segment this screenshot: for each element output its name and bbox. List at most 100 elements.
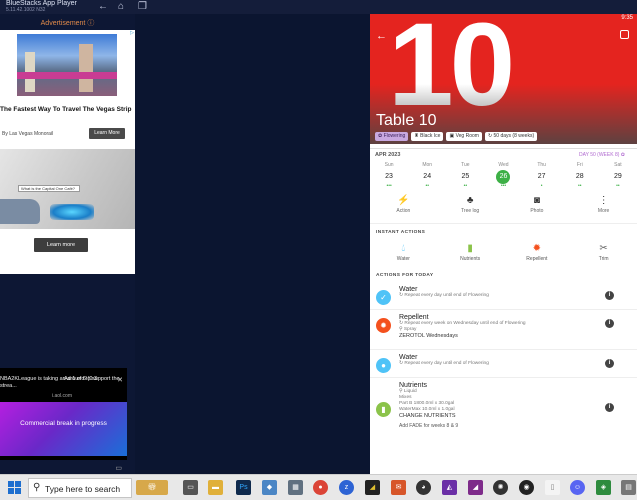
windows-taskbar: ⚲ Type here to search 🎁︎ ▭ ▬ Ps ◆ ▦ ● z … <box>0 474 637 500</box>
info-icon[interactable]: i <box>605 319 614 328</box>
chrome-icon[interactable]: ● <box>313 480 328 495</box>
today-task-list: ✓ Water ↻ Repeat every day until end of … <box>370 282 637 444</box>
instant-nutrients-button[interactable]: ▮ Nutrients <box>437 242 504 262</box>
learn-more-button[interactable]: Learn More <box>89 128 125 139</box>
monorail-photo <box>17 34 117 96</box>
calendar-month: APR 2023 <box>375 152 401 158</box>
status-time: 9:35 <box>621 15 633 21</box>
info-icon[interactable]: i <box>605 403 614 412</box>
chip-strain[interactable]: ♜ Black Ice <box>411 132 444 141</box>
instant-water-button[interactable]: 💧︎ Water <box>370 242 437 262</box>
actions-today-header: ACTIONS FOR TODAY <box>376 273 434 278</box>
tree-log-button[interactable]: ♣ Tree log <box>437 194 504 223</box>
document-icon[interactable]: ▯ <box>545 480 560 495</box>
instant-actions: 💧︎ Water ▮ Nutrients ✹ Repellent ✂ Trim <box>370 242 637 262</box>
app-icon-8[interactable]: ◢ <box>365 480 380 495</box>
video-frame <box>0 402 127 456</box>
windows-start-icon[interactable] <box>8 481 22 495</box>
task-nutrients[interactable]: ▮ Nutrients ⚲ Liquid Mixes Part B 1800.0… <box>370 378 637 444</box>
bottle-icon: ▮ <box>467 243 473 254</box>
scissors-icon: ✂ <box>599 243 608 254</box>
zoom-icon[interactable]: z <box>339 480 354 495</box>
lightning-icon: ⚡ <box>397 195 410 206</box>
learn-more-button-2[interactable]: Learn more <box>34 238 88 252</box>
day-sun[interactable]: Sun 23 ••• <box>370 162 408 189</box>
close-icon[interactable]: ✕ <box>117 376 123 384</box>
window-version: 5.11.42.1002 N32 <box>6 7 46 13</box>
bug-icon: ✹ <box>376 318 391 333</box>
ad-search-box: What is the Capital One Café? <box>18 185 80 192</box>
weather-widget-icon[interactable]: 🎁︎ <box>136 480 168 495</box>
file-explorer-icon[interactable]: ▬ <box>208 480 223 495</box>
day-fri[interactable]: Fri 28 •• <box>561 162 599 189</box>
quick-actions-bar: ⚡ Action ♣ Tree log ◙ Photo ⋮ More <box>370 194 637 224</box>
camera-icon: ◙ <box>533 195 540 206</box>
ad-sponsor: By Las Vegas Monorail <box>2 131 54 137</box>
camera-icon[interactable] <box>620 30 629 39</box>
app-icon-3[interactable]: ◆ <box>262 480 277 495</box>
day-mon[interactable]: Mon 24 •• <box>408 162 446 189</box>
window-titlebar: BlueStacks App Player 5.11.42.1002 N32 ←… <box>0 0 637 14</box>
calculator-icon[interactable]: ▦ <box>288 480 303 495</box>
day-sat[interactable]: Sat 29 •• <box>599 162 637 189</box>
table-hero-image: 10 ← Table 10 ✿ Flowering ♜ Black Ice ▣ … <box>370 14 637 144</box>
capital-one-ad[interactable]: What is the Capital One Café? Learn more <box>0 146 135 274</box>
chip-room[interactable]: ▣ Veg Room <box>446 132 482 141</box>
photo-button[interactable]: ◙ Photo <box>504 194 571 223</box>
app-icon-14[interactable]: ◉ <box>519 480 534 495</box>
check-icon: ✓ <box>376 290 391 305</box>
bottle-icon: ▮ <box>376 402 391 417</box>
app-icon-13[interactable]: ✺ <box>493 480 508 495</box>
task-view-icon[interactable]: ▭ <box>183 480 198 495</box>
tree-icon: ♣ <box>466 195 474 206</box>
photoshop-icon[interactable]: Ps <box>236 480 251 495</box>
back-arrow-icon[interactable]: ← <box>98 1 108 13</box>
water-drop-icon: ● <box>376 358 391 373</box>
instant-trim-button[interactable]: ✂ Trim <box>570 242 637 262</box>
page-title: Table 10 <box>376 112 437 129</box>
task-repellent[interactable]: ✹ Repellent ↻ Repeat every week on Wedne… <box>370 310 637 350</box>
home-icon[interactable]: ⌂ <box>118 1 124 13</box>
cafe-photo: What is the Capital One Café? <box>0 149 135 229</box>
bluestacks-icon[interactable]: ◈ <box>596 480 611 495</box>
task-water-2[interactable]: ● Water ↻ Repeat every day until end of … <box>370 350 637 378</box>
back-arrow-icon[interactable]: ← <box>376 30 387 42</box>
adchoices-icon[interactable]: ▷ <box>130 30 134 36</box>
chip-age[interactable]: ↻ 50 days (8 weeks) <box>484 132 538 141</box>
growdiaries-app: 9:35 10 ← Table 10 ✿ Flowering ♜ Black I… <box>370 14 637 474</box>
tag-chips: ✿ Flowering ♜ Black Ice ▣ Veg Room ↻ 50 … <box>375 132 538 141</box>
action-button[interactable]: ⚡ Action <box>370 194 437 223</box>
chip-stage[interactable]: ✿ Flowering <box>375 132 409 141</box>
video-source: i.aol.com <box>52 393 73 399</box>
commercial-break-text: Commercial break in progress <box>20 420 107 427</box>
more-button[interactable]: ⋮ More <box>570 194 637 223</box>
ad-sidebar: Advertisement ⓘ ▷ The Fastest Way To Tra… <box>0 14 135 474</box>
ad-headline: The Fastest Way To Travel The Vegas Stri… <box>0 106 132 113</box>
app-icon-10[interactable]: ◕ <box>416 480 431 495</box>
info-icon[interactable]: i <box>605 359 614 368</box>
calendar-day-info: DAY 50 (WEEK 8) ✿ <box>579 152 625 158</box>
mail-icon[interactable]: ✉ <box>391 480 406 495</box>
taskbar-search-input[interactable]: ⚲ Type here to search <box>28 478 132 498</box>
video-ad-player[interactable]: NBA2KLeague is taking an around to suppo… <box>0 368 127 472</box>
app-icon-11[interactable]: ◭ <box>442 480 457 495</box>
more-vertical-icon: ⋮ <box>598 195 609 206</box>
day-thu[interactable]: Thu 27 • <box>523 162 561 189</box>
recent-apps-icon[interactable]: ❐ <box>138 1 147 13</box>
discord-icon[interactable]: ☺ <box>570 480 585 495</box>
app-icon-18[interactable]: ▤ <box>621 480 636 495</box>
vegas-monorail-ad[interactable]: ▷ The Fastest Way To Travel The Vegas St… <box>0 30 135 156</box>
advertisement-label: Advertisement ⓘ <box>40 20 95 27</box>
app-icon-12[interactable]: ◢ <box>468 480 483 495</box>
day-tue[interactable]: Tue 25 •• <box>446 162 484 189</box>
instant-actions-header: INSTANT ACTIONS <box>376 230 426 235</box>
info-icon[interactable]: i <box>605 291 614 300</box>
task-water-1[interactable]: ✓ Water ↻ Repeat every day until end of … <box>370 282 637 310</box>
water-drop-icon: 💧︎ <box>401 243 406 254</box>
week-calendar: APR 2023 DAY 50 (WEEK 8) ✿ Sun 23 ••• Mon 2… <box>370 148 637 192</box>
captions-icon[interactable]: ▭ <box>115 464 122 472</box>
instant-repellent-button[interactable]: ✹ Repellent <box>504 242 571 262</box>
ad-counter: Ad 1 of 6 (0:3 <box>64 376 98 382</box>
day-wed-selected[interactable]: Wed 26 ••• <box>484 162 522 189</box>
search-icon: ⚲ <box>33 482 41 493</box>
